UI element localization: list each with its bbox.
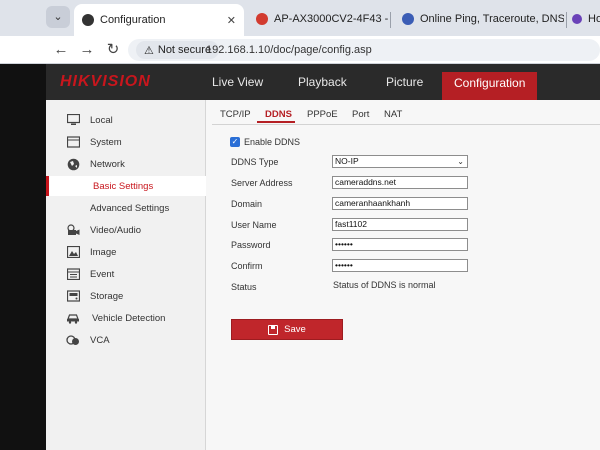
- subtab-port[interactable]: Port: [352, 109, 369, 120]
- sidebar-item-storage[interactable]: Storage: [46, 286, 206, 306]
- subtab-pppoe[interactable]: PPPoE: [307, 109, 338, 120]
- sidebar-label: System: [90, 136, 122, 148]
- chevron-down-icon: ⌄: [457, 157, 464, 166]
- system-icon: [66, 135, 80, 149]
- menu-configuration[interactable]: Configuration: [442, 72, 538, 100]
- menu-picture[interactable]: Picture: [386, 75, 423, 89]
- ddns-type-select[interactable]: NO-IP ⌄: [332, 155, 468, 168]
- password-label: Password: [231, 240, 271, 250]
- vca-icon: [66, 333, 80, 347]
- tab-separator: [390, 12, 391, 28]
- floppy-disk-icon: [268, 324, 279, 335]
- domain-label: Domain: [231, 199, 263, 209]
- hos-favicon-icon: [572, 14, 582, 24]
- ddns-status-text: Status of DDNS is normal: [333, 280, 436, 290]
- monitor-icon: [66, 113, 80, 127]
- confirm-password-input[interactable]: ••••••: [332, 259, 468, 272]
- user-name-input[interactable]: fast1102: [332, 218, 468, 231]
- sidebar-label: Video/Audio: [90, 224, 142, 236]
- config-sidebar: Local System Network Basic Settings Adva…: [46, 100, 206, 450]
- tab-label: Online Ping, Traceroute, DNS lo: [420, 13, 564, 25]
- tab-label: Configuration: [100, 14, 166, 26]
- browser-tab-configuration[interactable]: Configuration ✕: [74, 4, 244, 36]
- save-label: Save: [284, 324, 306, 335]
- enable-ddns-label: Enable DDNS: [244, 137, 301, 147]
- sidebar-item-system[interactable]: System: [46, 132, 206, 152]
- url-text[interactable]: 192.168.1.10/doc/page/config.asp: [206, 44, 372, 56]
- car-icon: [66, 311, 80, 325]
- image-icon: [66, 245, 80, 259]
- browser-tab-router[interactable]: AP-AX3000CV2-4F43 - oui ✕: [248, 4, 388, 34]
- page-favicon-icon: [82, 14, 94, 26]
- browser-tab-hos[interactable]: Hos: [568, 4, 600, 34]
- sidebar-item-network[interactable]: Network: [46, 154, 206, 174]
- reload-icon[interactable]: ↻: [104, 41, 122, 59]
- menu-live-view[interactable]: Live View: [212, 75, 263, 89]
- menu-playback[interactable]: Playback: [298, 75, 347, 89]
- sidebar-label: Vehicle Detection: [92, 312, 166, 324]
- sidebar-item-vca[interactable]: VCA: [46, 330, 206, 350]
- sidebar-item-basic-settings[interactable]: Basic Settings: [46, 176, 206, 196]
- sidebar-item-image[interactable]: Image: [46, 242, 206, 262]
- sidebar-label: VCA: [90, 334, 110, 346]
- hikvision-logo: HIKVISION: [60, 73, 151, 90]
- address-bar: ← → ↻ ⚠ Not secure 192.168.1.10/doc/page…: [0, 36, 600, 64]
- password-input[interactable]: ••••••: [332, 238, 468, 251]
- subtab-divider: [212, 124, 600, 125]
- sidebar-label: Network: [90, 158, 125, 170]
- app-header: HIKVISION Live View Playback Picture Con…: [46, 64, 600, 100]
- tab-search-icon[interactable]: ⌄: [46, 6, 70, 28]
- subtab-ddns[interactable]: DDNS: [265, 109, 292, 120]
- sidebar-item-vehicle-detection[interactable]: Vehicle Detection: [46, 308, 206, 328]
- ddns-type-value: NO-IP: [335, 156, 359, 166]
- server-address-input[interactable]: cameraddns.net: [332, 176, 468, 189]
- active-subtab-indicator: [257, 121, 295, 123]
- enable-ddns-checkbox[interactable]: ✓: [230, 137, 240, 147]
- sidebar-label: Basic Settings: [93, 180, 154, 192]
- save-button[interactable]: Save: [231, 319, 343, 340]
- subtab-nat[interactable]: NAT: [384, 109, 402, 120]
- domain-input[interactable]: cameranhaankhanh: [332, 197, 468, 210]
- sidebar-label: Storage: [90, 290, 124, 302]
- sidebar-label: Event: [90, 268, 115, 280]
- tab-label: AP-AX3000CV2-4F43 - oui: [274, 13, 388, 25]
- status-label: Status: [231, 282, 257, 292]
- warning-triangle-icon: ⚠: [144, 44, 154, 57]
- router-favicon-icon: [256, 13, 268, 25]
- forward-arrow-icon[interactable]: →: [78, 41, 96, 59]
- sidebar-item-event[interactable]: Event: [46, 264, 206, 284]
- sidebar-item-video-audio[interactable]: Video/Audio: [46, 220, 206, 240]
- video-icon: [66, 223, 80, 237]
- sidebar-label: Advanced Settings: [90, 202, 170, 214]
- confirm-label: Confirm: [231, 261, 263, 271]
- sidebar-item-local[interactable]: Local: [46, 110, 206, 130]
- back-arrow-icon[interactable]: ←: [52, 41, 70, 59]
- browser-tab-ping[interactable]: Online Ping, Traceroute, DNS lo: [394, 4, 564, 34]
- ping-favicon-icon: [402, 13, 414, 25]
- sidebar-label: Image: [90, 246, 117, 258]
- subtab-tcp-ip[interactable]: TCP/IP: [220, 109, 251, 120]
- content-panel: TCP/IP DDNS PPPoE Port NAT: [206, 100, 600, 450]
- ddns-type-label: DDNS Type: [231, 157, 279, 167]
- globe-icon: [66, 157, 80, 171]
- user-name-label: User Name: [231, 220, 277, 230]
- browser-tab-strip: ⌄ Configuration ✕ AP-AX3000CV2-4F43 - ou…: [0, 0, 600, 36]
- tab-separator: [566, 12, 567, 28]
- sidebar-item-advanced-settings[interactable]: Advanced Settings: [46, 198, 206, 218]
- sidebar-label: Local: [90, 114, 113, 126]
- storage-icon: [66, 289, 80, 303]
- server-address-label: Server Address: [231, 178, 293, 188]
- not-secure-label: Not secure: [157, 44, 212, 56]
- calendar-icon: [66, 267, 80, 281]
- tab-label: Hos: [588, 13, 600, 25]
- close-tab-icon[interactable]: ✕: [227, 14, 236, 27]
